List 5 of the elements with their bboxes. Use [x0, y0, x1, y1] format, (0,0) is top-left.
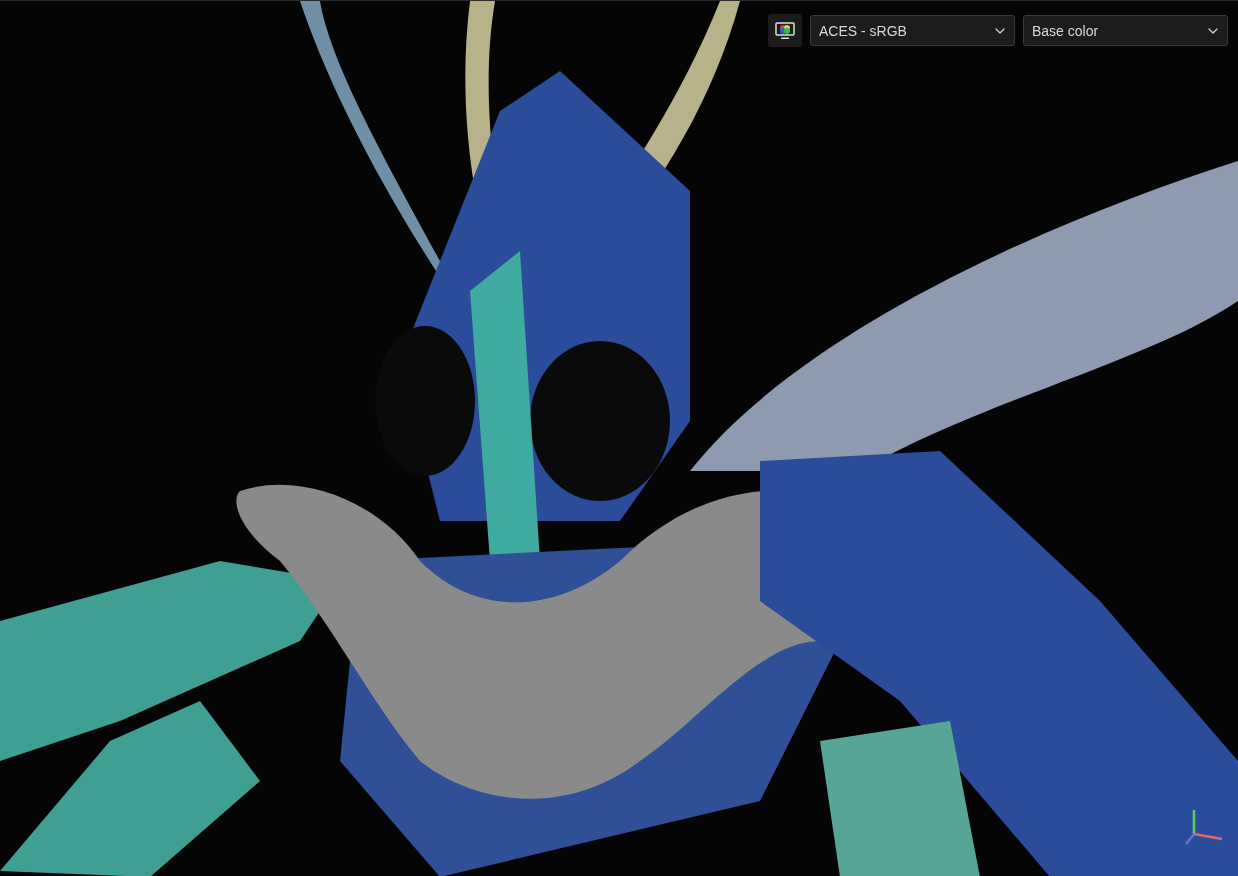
color-display-button[interactable] [768, 14, 802, 47]
select-dropdown[interactable]: Base color [1023, 15, 1228, 46]
3d-viewport[interactable]: ACES - sRGB Base color [0, 0, 1238, 876]
monitor-color-icon [775, 21, 795, 40]
select-dropdown[interactable]: ACES - sRGB [810, 15, 1015, 46]
